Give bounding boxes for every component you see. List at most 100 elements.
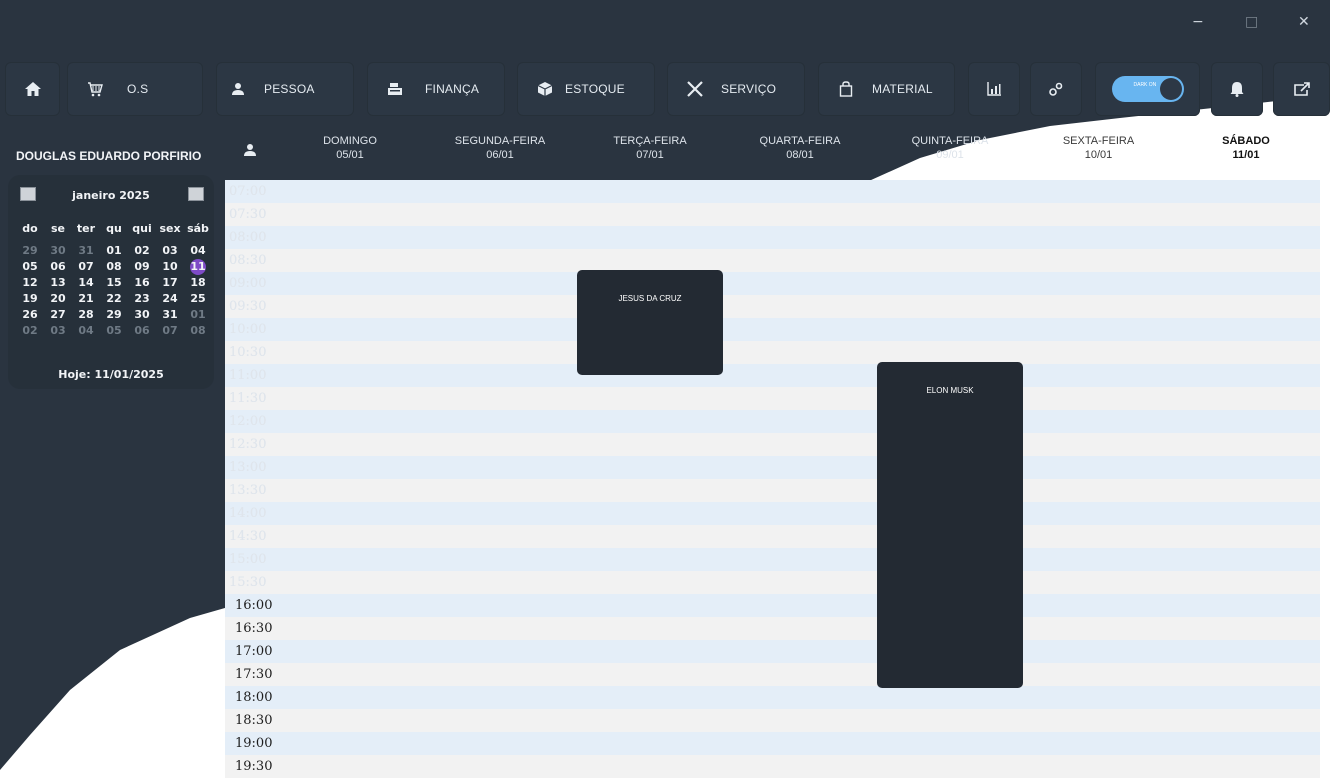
appointment-card[interactable]: ELON MUSK [877, 362, 1023, 688]
time-slot-row[interactable]: 15:30 [225, 571, 1320, 594]
calendar-day[interactable]: 23 [128, 291, 156, 307]
appointment-title: JESUS DA CRUZ [618, 294, 682, 303]
day-header[interactable]: SEGUNDA-FEIRA 06/01 [425, 134, 575, 174]
calendar-day[interactable]: 10 [156, 259, 184, 275]
time-slot-row[interactable]: 07:00 [225, 180, 1320, 203]
reports-button[interactable] [968, 62, 1020, 116]
calendar-day[interactable]: 29 [16, 243, 44, 259]
day-header[interactable]: DOMINGO 05/01 [275, 134, 425, 174]
settings-button[interactable] [1030, 62, 1082, 116]
calendar-day[interactable]: 16 [128, 275, 156, 291]
close-button[interactable]: ✕ [1298, 14, 1310, 30]
calendar-day[interactable]: 02 [128, 243, 156, 259]
calendar-day[interactable]: 25 [184, 291, 212, 307]
weekday: ter [76, 222, 96, 235]
calendar-day[interactable]: 31 [156, 307, 184, 323]
logout-button[interactable] [1273, 62, 1330, 116]
time-slot-row[interactable]: 11:00 [225, 364, 1320, 387]
time-slot-row[interactable]: 10:00 [225, 318, 1320, 341]
day-header[interactable]: QUINTA-FEIRA 09/01 [875, 134, 1025, 174]
home-button[interactable] [5, 62, 60, 116]
calendar-day[interactable]: 30 [128, 307, 156, 323]
time-slot-row[interactable]: 09:30 [225, 295, 1320, 318]
time-slot-row[interactable]: 10:30 [225, 341, 1320, 364]
calendar-day[interactable]: 06 [128, 323, 156, 339]
next-month-button[interactable] [188, 187, 204, 201]
time-slot-row[interactable]: 18:00 [225, 686, 1320, 709]
time-slot-row[interactable]: 07:30 [225, 203, 1320, 226]
time-slot-row[interactable]: 13:00 [225, 456, 1320, 479]
minimize-button[interactable]: − [1192, 14, 1204, 30]
time-slot-row[interactable]: 19:00 [225, 732, 1320, 755]
calendar-day[interactable]: 17 [156, 275, 184, 291]
time-slot-row[interactable]: 09:00 [225, 272, 1320, 295]
time-slot-row[interactable]: 11:30 [225, 387, 1320, 410]
dark-mode-toggle[interactable]: DARK ON [1111, 76, 1184, 102]
calendar-day[interactable]: 20 [44, 291, 72, 307]
maximize-button[interactable]: □ [1245, 14, 1258, 30]
time-slot-row[interactable]: 12:30 [225, 433, 1320, 456]
time-slot-row[interactable]: 19:30 [225, 755, 1320, 778]
nav-os-button[interactable]: O.S [67, 62, 203, 116]
calendar-day[interactable]: 08 [184, 323, 212, 339]
time-slot-row[interactable]: 18:30 [225, 709, 1320, 732]
app-window: − □ ✕ O.S PESSOA FINANÇA ESTOQUE SERVIÇO… [0, 0, 1330, 782]
notifications-button[interactable] [1211, 62, 1263, 116]
nav-financa-button[interactable]: FINANÇA [367, 62, 505, 116]
calendar-day[interactable]: 29 [100, 307, 128, 323]
calendar-day[interactable]: 05 [100, 323, 128, 339]
time-slot-row[interactable]: 08:30 [225, 249, 1320, 272]
calendar-day[interactable]: 15 [100, 275, 128, 291]
day-header[interactable]: TERÇA-FEIRA 07/01 [575, 134, 725, 174]
nav-estoque-button[interactable]: ESTOQUE [517, 62, 655, 116]
calendar-day[interactable]: 30 [44, 243, 72, 259]
calendar-day[interactable]: 21 [72, 291, 100, 307]
time-slot-row[interactable]: 14:30 [225, 525, 1320, 548]
calendar-day[interactable]: 26 [16, 307, 44, 323]
calendar-day[interactable]: 18 [184, 275, 212, 291]
calendar-day[interactable]: 01 [100, 243, 128, 259]
appointment-title: ELON MUSK [926, 386, 974, 395]
time-slot-row[interactable]: 17:00 [225, 640, 1320, 663]
nav-material-button[interactable]: MATERIAL [818, 62, 955, 116]
calendar-day[interactable]: 31 [72, 243, 100, 259]
time-slot-row[interactable]: 08:00 [225, 226, 1320, 249]
time-slot-row[interactable]: 13:30 [225, 479, 1320, 502]
calendar-day[interactable]: 12 [16, 275, 44, 291]
time-slot-row[interactable]: 16:00 [225, 594, 1320, 617]
calendar-day[interactable]: 09 [128, 259, 156, 275]
time-label: 10:00 [229, 322, 267, 337]
nav-servico-button[interactable]: SERVIÇO [667, 62, 805, 116]
day-header[interactable]: SEXTA-FEIRA 10/01 [1025, 134, 1172, 174]
time-slot-row[interactable]: 16:30 [225, 617, 1320, 640]
calendar-day[interactable]: 07 [156, 323, 184, 339]
calendar-day[interactable]: 05 [16, 259, 44, 275]
calendar-day[interactable]: 19 [16, 291, 44, 307]
calendar-day[interactable]: 03 [156, 243, 184, 259]
day-header[interactable]: QUARTA-FEIRA 08/01 [725, 134, 875, 174]
calendar-day[interactable]: 06 [44, 259, 72, 275]
calendar-day[interactable]: 13 [44, 275, 72, 291]
nav-pessoa-button[interactable]: PESSOA [216, 62, 354, 116]
calendar-day[interactable]: 04 [184, 243, 212, 259]
calendar-day[interactable]: 27 [44, 307, 72, 323]
calendar-day[interactable]: 14 [72, 275, 100, 291]
calendar-day[interactable]: 01 [184, 307, 212, 323]
day-name: QUARTA-FEIRA [759, 135, 841, 147]
time-slot-row[interactable]: 12:00 [225, 410, 1320, 433]
calendar-day[interactable]: 24 [156, 291, 184, 307]
calendar-day[interactable]: 28 [72, 307, 100, 323]
user-name: DOUGLAS EDUARDO PORFIRIO [16, 149, 202, 163]
time-slot-row[interactable]: 14:00 [225, 502, 1320, 525]
calendar-day[interactable]: 11 [190, 259, 206, 275]
calendar-day[interactable]: 08 [100, 259, 128, 275]
calendar-day[interactable]: 22 [100, 291, 128, 307]
calendar-day[interactable]: 04 [72, 323, 100, 339]
time-slot-row[interactable]: 15:00 [225, 548, 1320, 571]
day-header[interactable]: SÁBADO 11/01 [1172, 134, 1320, 174]
calendar-day[interactable]: 02 [16, 323, 44, 339]
calendar-day[interactable]: 03 [44, 323, 72, 339]
time-slot-row[interactable]: 17:30 [225, 663, 1320, 686]
appointment-card[interactable]: JESUS DA CRUZ [577, 270, 723, 375]
calendar-day[interactable]: 07 [72, 259, 100, 275]
